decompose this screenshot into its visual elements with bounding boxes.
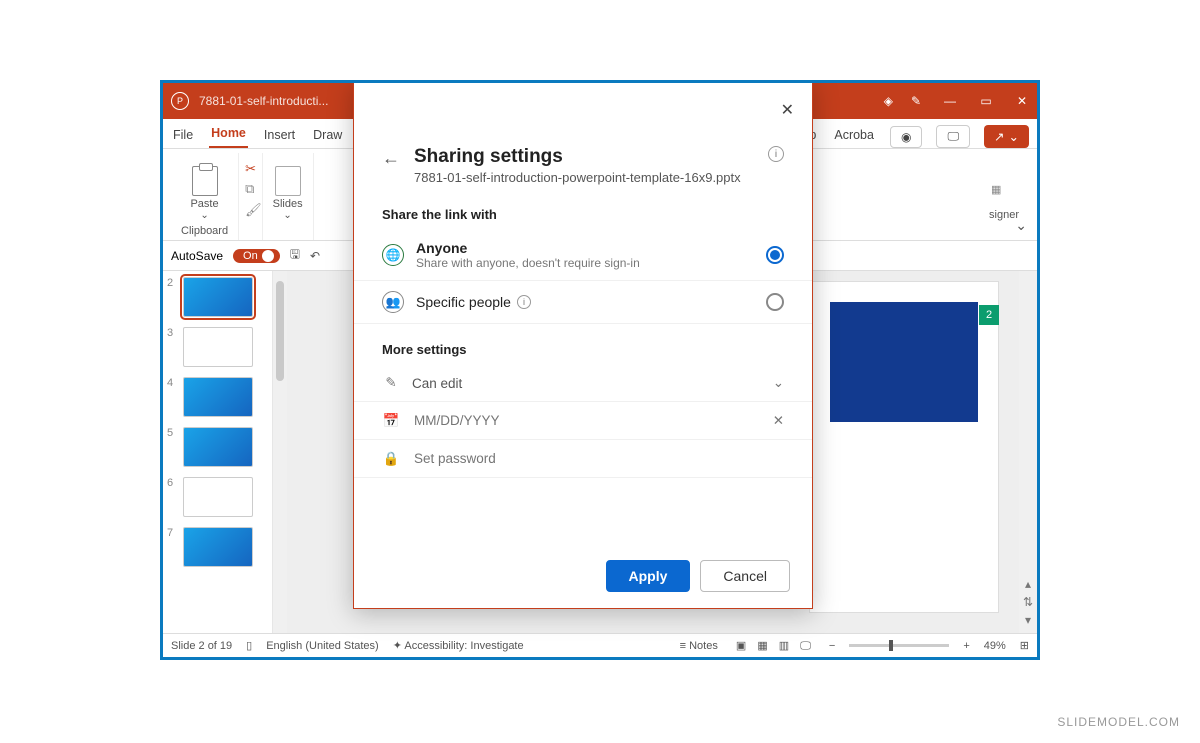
tab-draw[interactable]: Draw (311, 122, 344, 148)
undo-icon[interactable]: ↶ (310, 249, 320, 263)
specific-info-icon[interactable]: i (517, 295, 531, 309)
share-button[interactable]: ↗ ⌄ (984, 125, 1029, 148)
sorter-view-icon[interactable]: ▦ (757, 640, 767, 652)
tab-home[interactable]: Home (209, 120, 248, 148)
specific-label: Specific people (416, 294, 511, 310)
notes-button[interactable]: ≡ Notes (680, 640, 718, 652)
zoom-slider[interactable] (849, 644, 949, 647)
slide-thumbnails: 2 3 4 5 6 7 (163, 271, 273, 633)
view-buttons: ▣ ▦ ▥ 🖵 (732, 639, 815, 653)
copy-icon[interactable]: ⧉ (245, 181, 262, 197)
slides-label: Slides (273, 198, 303, 210)
paste-group[interactable]: Paste ⌄ Clipboard (171, 153, 239, 240)
record-button[interactable]: ◉ (890, 126, 922, 148)
more-settings-label: More settings (354, 324, 812, 365)
scroll-up-icon[interactable]: ▴ (1025, 577, 1031, 591)
watermark: SLIDEMODEL.COM (1057, 715, 1180, 729)
lock-icon: 🔒 (382, 451, 400, 467)
autosave-state: On (243, 250, 258, 262)
option-specific[interactable]: 👥 Specific people i (354, 281, 812, 324)
password-input[interactable] (412, 450, 784, 467)
fit-icon[interactable]: ⊞ (1020, 639, 1029, 652)
pencil-icon: ✎ (382, 375, 400, 391)
autosave-toggle[interactable]: On (233, 249, 280, 263)
clear-date-icon[interactable]: ✕ (773, 413, 784, 429)
password-field[interactable]: 🔒 (354, 440, 812, 478)
sharing-settings-dialog: ✕ ← Sharing settings 7881-01-self-introd… (353, 81, 813, 609)
app-window: P 7881-01-self-introducti... ◈ ✎ — ▭ ✕ F… (160, 80, 1040, 660)
info-icon[interactable]: i (768, 146, 784, 162)
thumbnail-2[interactable]: 2 (167, 277, 268, 317)
permission-dropdown[interactable]: ✎ Can edit ⌄ (354, 365, 812, 402)
scroll-updown-icon[interactable]: ⇅ (1023, 595, 1033, 609)
clipboard-group-label: Clipboard (181, 225, 228, 240)
autosave-label: AutoSave (171, 249, 223, 263)
tab-insert[interactable]: Insert (262, 122, 297, 148)
thumbnail-4[interactable]: 4 (167, 377, 268, 417)
dialog-close-button[interactable]: ✕ (777, 96, 798, 124)
thumbnail-3[interactable]: 3 (167, 327, 268, 367)
tab-acrobat[interactable]: Acroba (832, 122, 876, 148)
slide-counter[interactable]: Slide 2 of 19 (171, 640, 232, 652)
slide-number-badge: 2 (979, 305, 999, 325)
status-bar: Slide 2 of 19 ▯ English (United States) … (163, 633, 1037, 657)
expiry-date-input[interactable] (412, 412, 761, 429)
cut-icon[interactable]: ✂ (245, 161, 262, 177)
paste-label: Paste (190, 198, 218, 210)
share-caret-icon: ⌄ (1009, 129, 1019, 144)
cancel-button[interactable]: Cancel (700, 560, 790, 592)
clipboard-icon (192, 166, 218, 196)
anyone-sub: Share with anyone, doesn't require sign-… (416, 256, 640, 270)
calendar-icon: 📅 (382, 413, 400, 429)
zoom-in-icon[interactable]: + (963, 640, 969, 652)
powerpoint-icon: P (171, 92, 189, 110)
globe-icon: 🌐 (382, 244, 404, 266)
save-icon[interactable]: 🖫 (290, 245, 300, 266)
option-anyone[interactable]: 🌐 Anyone Share with anyone, doesn't requ… (354, 230, 812, 281)
radio-specific[interactable] (766, 293, 784, 311)
thumbnail-5[interactable]: 5 (167, 427, 268, 467)
minimize-button[interactable]: — (943, 94, 957, 108)
radio-anyone[interactable] (766, 246, 784, 264)
thumbnail-scrollbar[interactable] (273, 271, 287, 633)
normal-view-icon[interactable]: ▣ (736, 640, 746, 652)
zoom-out-icon[interactable]: − (829, 640, 835, 652)
people-icon: 👥 (382, 291, 404, 313)
diamond-icon[interactable]: ◈ (884, 94, 893, 108)
share-icon: ↗ (994, 129, 1004, 144)
back-button[interactable]: ← (382, 148, 400, 169)
collapse-ribbon-icon[interactable]: ⌄ (1015, 217, 1027, 234)
reading-view-icon[interactable]: ▥ (779, 640, 789, 652)
dialog-title: Sharing settings (414, 146, 741, 168)
chevron-down-icon: ⌄ (773, 375, 784, 391)
scroll-down-icon[interactable]: ▾ (1025, 613, 1031, 627)
slides-icon (275, 166, 301, 196)
maximize-button[interactable]: ▭ (979, 94, 993, 108)
thumbnail-7[interactable]: 7 (167, 527, 268, 567)
zoom-level[interactable]: 49% (984, 640, 1006, 652)
close-window-button[interactable]: ✕ (1015, 94, 1029, 108)
apply-button[interactable]: Apply (606, 560, 691, 592)
tab-file[interactable]: File (171, 122, 195, 148)
present-button[interactable]: 🖵 (936, 125, 970, 148)
slideshow-view-icon[interactable]: 🖵 (800, 640, 811, 652)
spellcheck-icon[interactable]: ▯ (246, 639, 252, 652)
share-section-label: Share the link with (354, 189, 812, 230)
slide-preview (809, 281, 999, 613)
accessibility-status[interactable]: ✦ Accessibility: Investigate (393, 639, 524, 652)
thumbnail-6[interactable]: 6 (167, 477, 268, 517)
expiry-date-field[interactable]: 📅 ✕ (354, 402, 812, 440)
permission-value: Can edit (412, 376, 761, 391)
language-status[interactable]: English (United States) (266, 640, 379, 652)
right-scroll[interactable]: ▴ ⇅ ▾ (1019, 271, 1037, 633)
slides-group[interactable]: Slides ⌄ (262, 153, 314, 240)
format-painter-icon[interactable]: 🖌 (245, 202, 262, 218)
anyone-label: Anyone (416, 240, 640, 256)
dialog-filename: 7881-01-self-introduction-powerpoint-tem… (414, 170, 741, 185)
magic-icon[interactable]: ✎ (911, 94, 921, 108)
